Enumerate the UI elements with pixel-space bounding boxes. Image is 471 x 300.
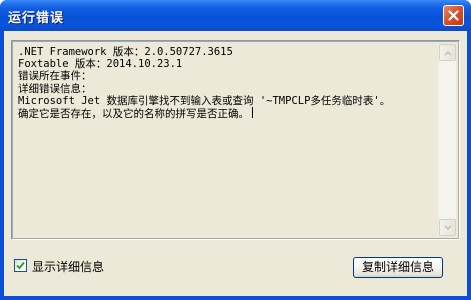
message-line-foxtable: Foxtable 版本：2014.10.23.1 (18, 58, 183, 71)
close-icon (448, 10, 459, 21)
error-details-textbox[interactable]: .NET Framework 版本：2.0.50727.3615 Foxtabl… (11, 40, 460, 240)
error-dialog: 运行错误 .NET Framework 版本：2.0.50727.3615 Fo… (0, 0, 471, 300)
chevron-down-icon (444, 225, 452, 231)
vertical-scrollbar[interactable] (438, 44, 456, 236)
show-details-checkbox[interactable] (14, 259, 27, 272)
message-line-check-spelling: 确定它是否存在，以及它的名称的拼写是否正确。 (18, 108, 249, 121)
chevron-up-icon (444, 50, 452, 56)
scroll-down-button[interactable] (439, 219, 456, 236)
text-caret (252, 107, 253, 119)
message-line-framework: .NET Framework 版本：2.0.50727.3615 (18, 46, 233, 58)
window-bottom-border (0, 296, 471, 300)
scroll-up-button[interactable] (439, 44, 456, 61)
title-bar[interactable]: 运行错误 (0, 0, 471, 31)
dialog-body: .NET Framework 版本：2.0.50727.3615 Foxtabl… (4, 31, 467, 296)
show-details-label[interactable]: 显示详细信息 (32, 258, 104, 275)
window-title: 运行错误 (8, 11, 65, 26)
close-button[interactable] (443, 5, 464, 26)
message-line-jet-error: Microsoft Jet 数据库引擎找不到输入表或查询 '~TMPCLP多任务… (18, 94, 391, 107)
copy-details-button[interactable]: 复制详细信息 (353, 257, 443, 278)
message-line-event: 错误所在事件： (18, 70, 92, 83)
error-message[interactable]: .NET Framework 版本：2.0.50727.3615 Foxtabl… (18, 46, 390, 120)
checkmark-icon (16, 261, 25, 270)
message-line-details-header: 详细错误信息： (18, 82, 92, 95)
